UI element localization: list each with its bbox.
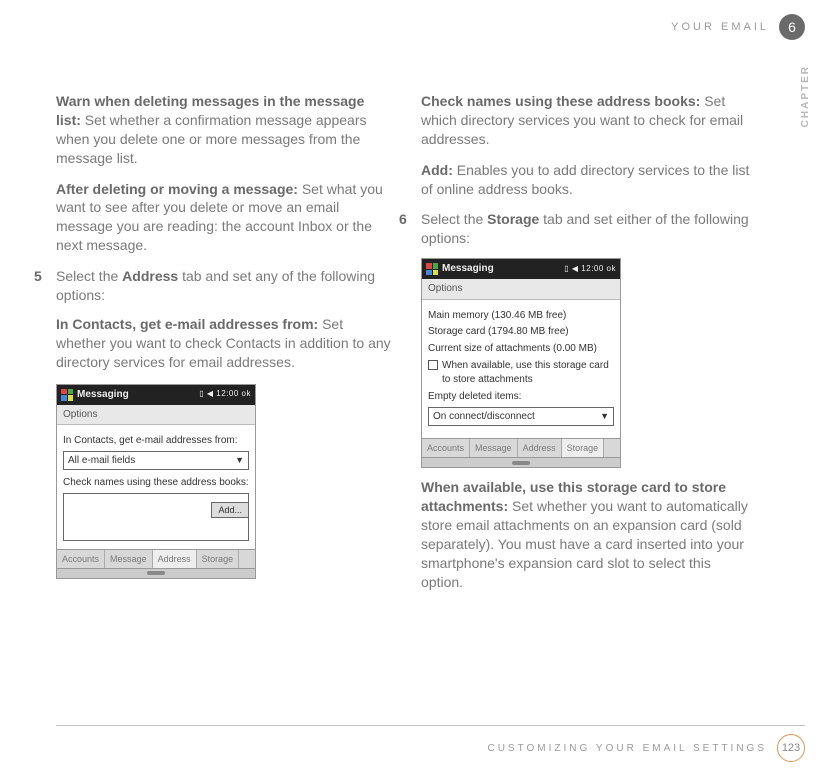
chevron-down-icon: ▼ (600, 410, 609, 422)
header-title: YOUR EMAIL (671, 21, 769, 33)
ss-check-label: When available, use this storage card to… (442, 359, 614, 386)
para-add: Add: Enables you to add directory servic… (421, 161, 756, 199)
ss-status: ▯ ◀ 12:00 ok (199, 389, 251, 400)
page-header: YOUR EMAIL 6 (671, 14, 805, 40)
content-columns: Warn when deleting messages in the messa… (56, 92, 756, 604)
ss-body: Main memory (130.46 MB free) Storage car… (422, 300, 620, 439)
ss-status: ▯ ◀ 12:00 ok (564, 264, 616, 275)
page-footer: CUSTOMIZING YOUR EMAIL SETTINGS 123 (56, 725, 805, 762)
ss-mem-main: Main memory (130.46 MB free) (428, 309, 614, 323)
bold-label: Address (122, 268, 178, 284)
ss-combo-empty-deleted[interactable]: On connect/disconnect ▼ (428, 407, 614, 427)
windows-icon (61, 389, 73, 401)
ss-body: In Contacts, get e-mail addresses from: … (57, 425, 255, 549)
para-in-contacts: In Contacts, get e-mail addresses from: … (56, 315, 391, 372)
ss-tab-message[interactable]: Message (470, 439, 518, 457)
bold-label: In Contacts, get e-mail addresses from: (56, 316, 318, 332)
ss-add-button[interactable]: Add... (211, 502, 249, 518)
step-number: 5 (34, 267, 46, 305)
step-text: Select the (421, 211, 487, 227)
checkbox-icon (428, 360, 438, 370)
ss-title-text: Messaging (77, 388, 195, 402)
para-check-names: Check names using these address books: S… (421, 92, 756, 149)
ss-tab-address[interactable]: Address (518, 439, 562, 457)
ss-resize-handle (57, 568, 255, 578)
ss-tab-accounts[interactable]: Accounts (422, 439, 470, 457)
step-body: Select the Storage tab and set either of… (421, 210, 756, 248)
ss-tab-message[interactable]: Message (105, 550, 153, 568)
ss-resize-handle (422, 457, 620, 467)
step-5: 5 Select the Address tab and set any of … (34, 267, 391, 305)
ss-tabs: Accounts Message Address Storage (422, 438, 620, 457)
ss-tab-storage[interactable]: Storage (197, 550, 240, 568)
body-text: Enables you to add directory services to… (421, 162, 749, 197)
ss-mem-attach: Current size of attachments (0.00 MB) (428, 342, 614, 356)
body-text: Set whether a confirmation message appea… (56, 112, 367, 166)
footer-title: CUSTOMIZING YOUR EMAIL SETTINGS (487, 743, 767, 754)
ss-mem-card: Storage card (1794.80 MB free) (428, 325, 614, 339)
step-number: 6 (399, 210, 411, 248)
page-number-badge: 123 (777, 734, 805, 762)
step-6: 6 Select the Storage tab and set either … (399, 210, 756, 248)
screenshot-address-options: Messaging ▯ ◀ 12:00 ok Options In Contac… (56, 384, 256, 579)
ss-label: Check names using these address books: (63, 476, 249, 490)
bold-label: Storage (487, 211, 539, 227)
chapter-number-badge: 6 (779, 14, 805, 40)
para-when-available: When available, use this storage card to… (421, 478, 756, 591)
left-column: Warn when deleting messages in the messa… (56, 92, 391, 604)
ss-tab-address[interactable]: Address (153, 550, 197, 568)
step-text: Select the (56, 268, 122, 284)
para-warn-delete: Warn when deleting messages in the messa… (56, 92, 391, 168)
ss-label: Empty deleted items: (428, 390, 614, 404)
ss-combo-value: All e-mail fields (68, 454, 135, 468)
ss-titlebar: Messaging ▯ ◀ 12:00 ok (57, 385, 255, 405)
ss-combo-value: On connect/disconnect (433, 410, 535, 424)
ss-checkbox-storage-card[interactable]: When available, use this storage card to… (428, 359, 614, 386)
ss-titlebar: Messaging ▯ ◀ 12:00 ok (422, 259, 620, 279)
chapter-label: CHAPTER (800, 65, 811, 127)
ss-combo-email-fields[interactable]: All e-mail fields ▼ (63, 451, 249, 471)
chevron-down-icon: ▼ (235, 454, 244, 466)
para-after-delete: After deleting or moving a message: Set … (56, 180, 391, 256)
windows-icon (426, 263, 438, 275)
screenshot-storage-options: Messaging ▯ ◀ 12:00 ok Options Main memo… (421, 258, 621, 468)
bold-label: Check names using these address books: (421, 93, 700, 109)
right-column: Check names using these address books: S… (421, 92, 756, 604)
ss-tab-storage[interactable]: Storage (562, 439, 605, 457)
bold-label: After deleting or moving a message: (56, 181, 298, 197)
bold-label: Add: (421, 162, 453, 178)
ss-title-text: Messaging (442, 262, 560, 276)
ss-tabs: Accounts Message Address Storage (57, 549, 255, 568)
ss-tab-accounts[interactable]: Accounts (57, 550, 105, 568)
step-body: Select the Address tab and set any of th… (56, 267, 391, 305)
ss-subheader: Options (57, 405, 255, 426)
ss-label: In Contacts, get e-mail addresses from: (63, 434, 249, 448)
ss-listbox[interactable]: Add... (63, 493, 249, 541)
ss-subheader: Options (422, 279, 620, 300)
